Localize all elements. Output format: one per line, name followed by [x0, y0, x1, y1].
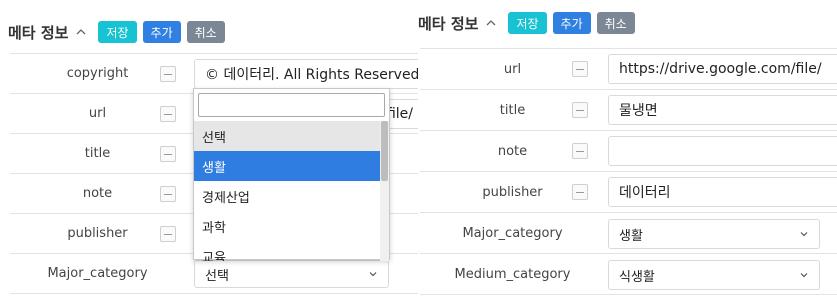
- caret-up-icon[interactable]: [484, 16, 498, 30]
- row-label: url: [88, 106, 107, 121]
- minus-icon[interactable]: [160, 186, 176, 202]
- medium-category-select[interactable]: 식생활: [608, 260, 820, 290]
- url-input[interactable]: https://drive.google.com/file/: [608, 54, 837, 84]
- minus-icon[interactable]: [160, 146, 176, 162]
- save-button[interactable]: 저장: [98, 21, 137, 43]
- dropdown-option[interactable]: 경제산업: [194, 181, 380, 211]
- meta-info-header: 메타 정보 저장 추가 취소: [418, 12, 635, 34]
- minus-icon[interactable]: [572, 184, 588, 200]
- row-major-category: Major_category 생활: [420, 213, 837, 254]
- minus-icon[interactable]: [572, 102, 588, 118]
- chevron-down-icon: [799, 229, 809, 239]
- dropdown-scrollbar[interactable]: [380, 121, 389, 261]
- meta-info-title: 메타 정보: [418, 14, 479, 33]
- right-panel: 메타 정보 저장 추가 취소 url https://drive.google.…: [418, 0, 837, 297]
- row-label: title: [84, 146, 111, 161]
- major-category-select[interactable]: 생활: [608, 219, 820, 249]
- row-url: url https://drive.google.com/file/: [420, 49, 837, 90]
- minus-icon[interactable]: [572, 61, 588, 77]
- cancel-button[interactable]: 취소: [186, 21, 225, 43]
- dropdown-option[interactable]: 선택: [194, 121, 380, 151]
- minus-icon[interactable]: [160, 226, 176, 242]
- minus-icon[interactable]: [160, 106, 176, 122]
- save-button[interactable]: 저장: [508, 12, 547, 34]
- dropdown-option[interactable]: 교육: [194, 241, 380, 262]
- row-publisher: publisher 데이터리: [420, 172, 837, 213]
- category-dropdown: 선택 생활 경제산업 과학 교육: [193, 88, 390, 261]
- scrollbar-thumb[interactable]: [381, 121, 388, 181]
- row-note: note: [420, 131, 837, 172]
- title-input[interactable]: 물냉면: [608, 95, 837, 125]
- select-value: 식생활: [619, 269, 655, 285]
- select-value: 생활: [619, 228, 643, 244]
- major-category-select[interactable]: 선택: [194, 260, 389, 288]
- copyright-input[interactable]: © 데이터리. All Rights Reserved: [194, 59, 418, 89]
- chevron-down-icon: [799, 270, 809, 280]
- cancel-button[interactable]: 취소: [596, 12, 635, 34]
- row-label: note: [82, 186, 113, 201]
- dropdown-option[interactable]: 생활: [194, 151, 380, 181]
- row-label: Medium_category: [454, 266, 571, 282]
- select-value: 선택: [205, 268, 229, 284]
- dropdown-option[interactable]: 과학: [194, 211, 380, 241]
- row-label: Major_category: [47, 266, 148, 281]
- dropdown-search-input[interactable]: [198, 93, 385, 117]
- url-value-tail: file/: [386, 106, 413, 122]
- row-label: publisher: [67, 226, 128, 241]
- meta-info-title: 메타 정보: [8, 23, 69, 42]
- row-label: copyright: [66, 66, 129, 81]
- row-title: title 물냉면: [420, 90, 837, 131]
- row-label: Major_category: [462, 225, 563, 241]
- minus-icon[interactable]: [160, 66, 176, 82]
- minus-icon[interactable]: [572, 143, 588, 159]
- publisher-input[interactable]: 데이터리: [608, 177, 837, 207]
- meta-table: url https://drive.google.com/file/ title…: [420, 48, 837, 295]
- chevron-down-icon: [368, 269, 378, 279]
- note-input[interactable]: [608, 136, 837, 166]
- add-button[interactable]: 추가: [552, 12, 591, 34]
- dropdown-list: 선택 생활 경제산업 과학 교육: [194, 121, 380, 261]
- add-button[interactable]: 추가: [142, 21, 181, 43]
- row-medium-category: Medium_category 식생활: [420, 254, 837, 295]
- caret-up-icon[interactable]: [74, 25, 88, 39]
- meta-info-header: 메타 정보 저장 추가 취소: [8, 21, 225, 43]
- left-panel: 메타 정보 저장 추가 취소 copyright © 데이터리. All Rig…: [0, 0, 418, 297]
